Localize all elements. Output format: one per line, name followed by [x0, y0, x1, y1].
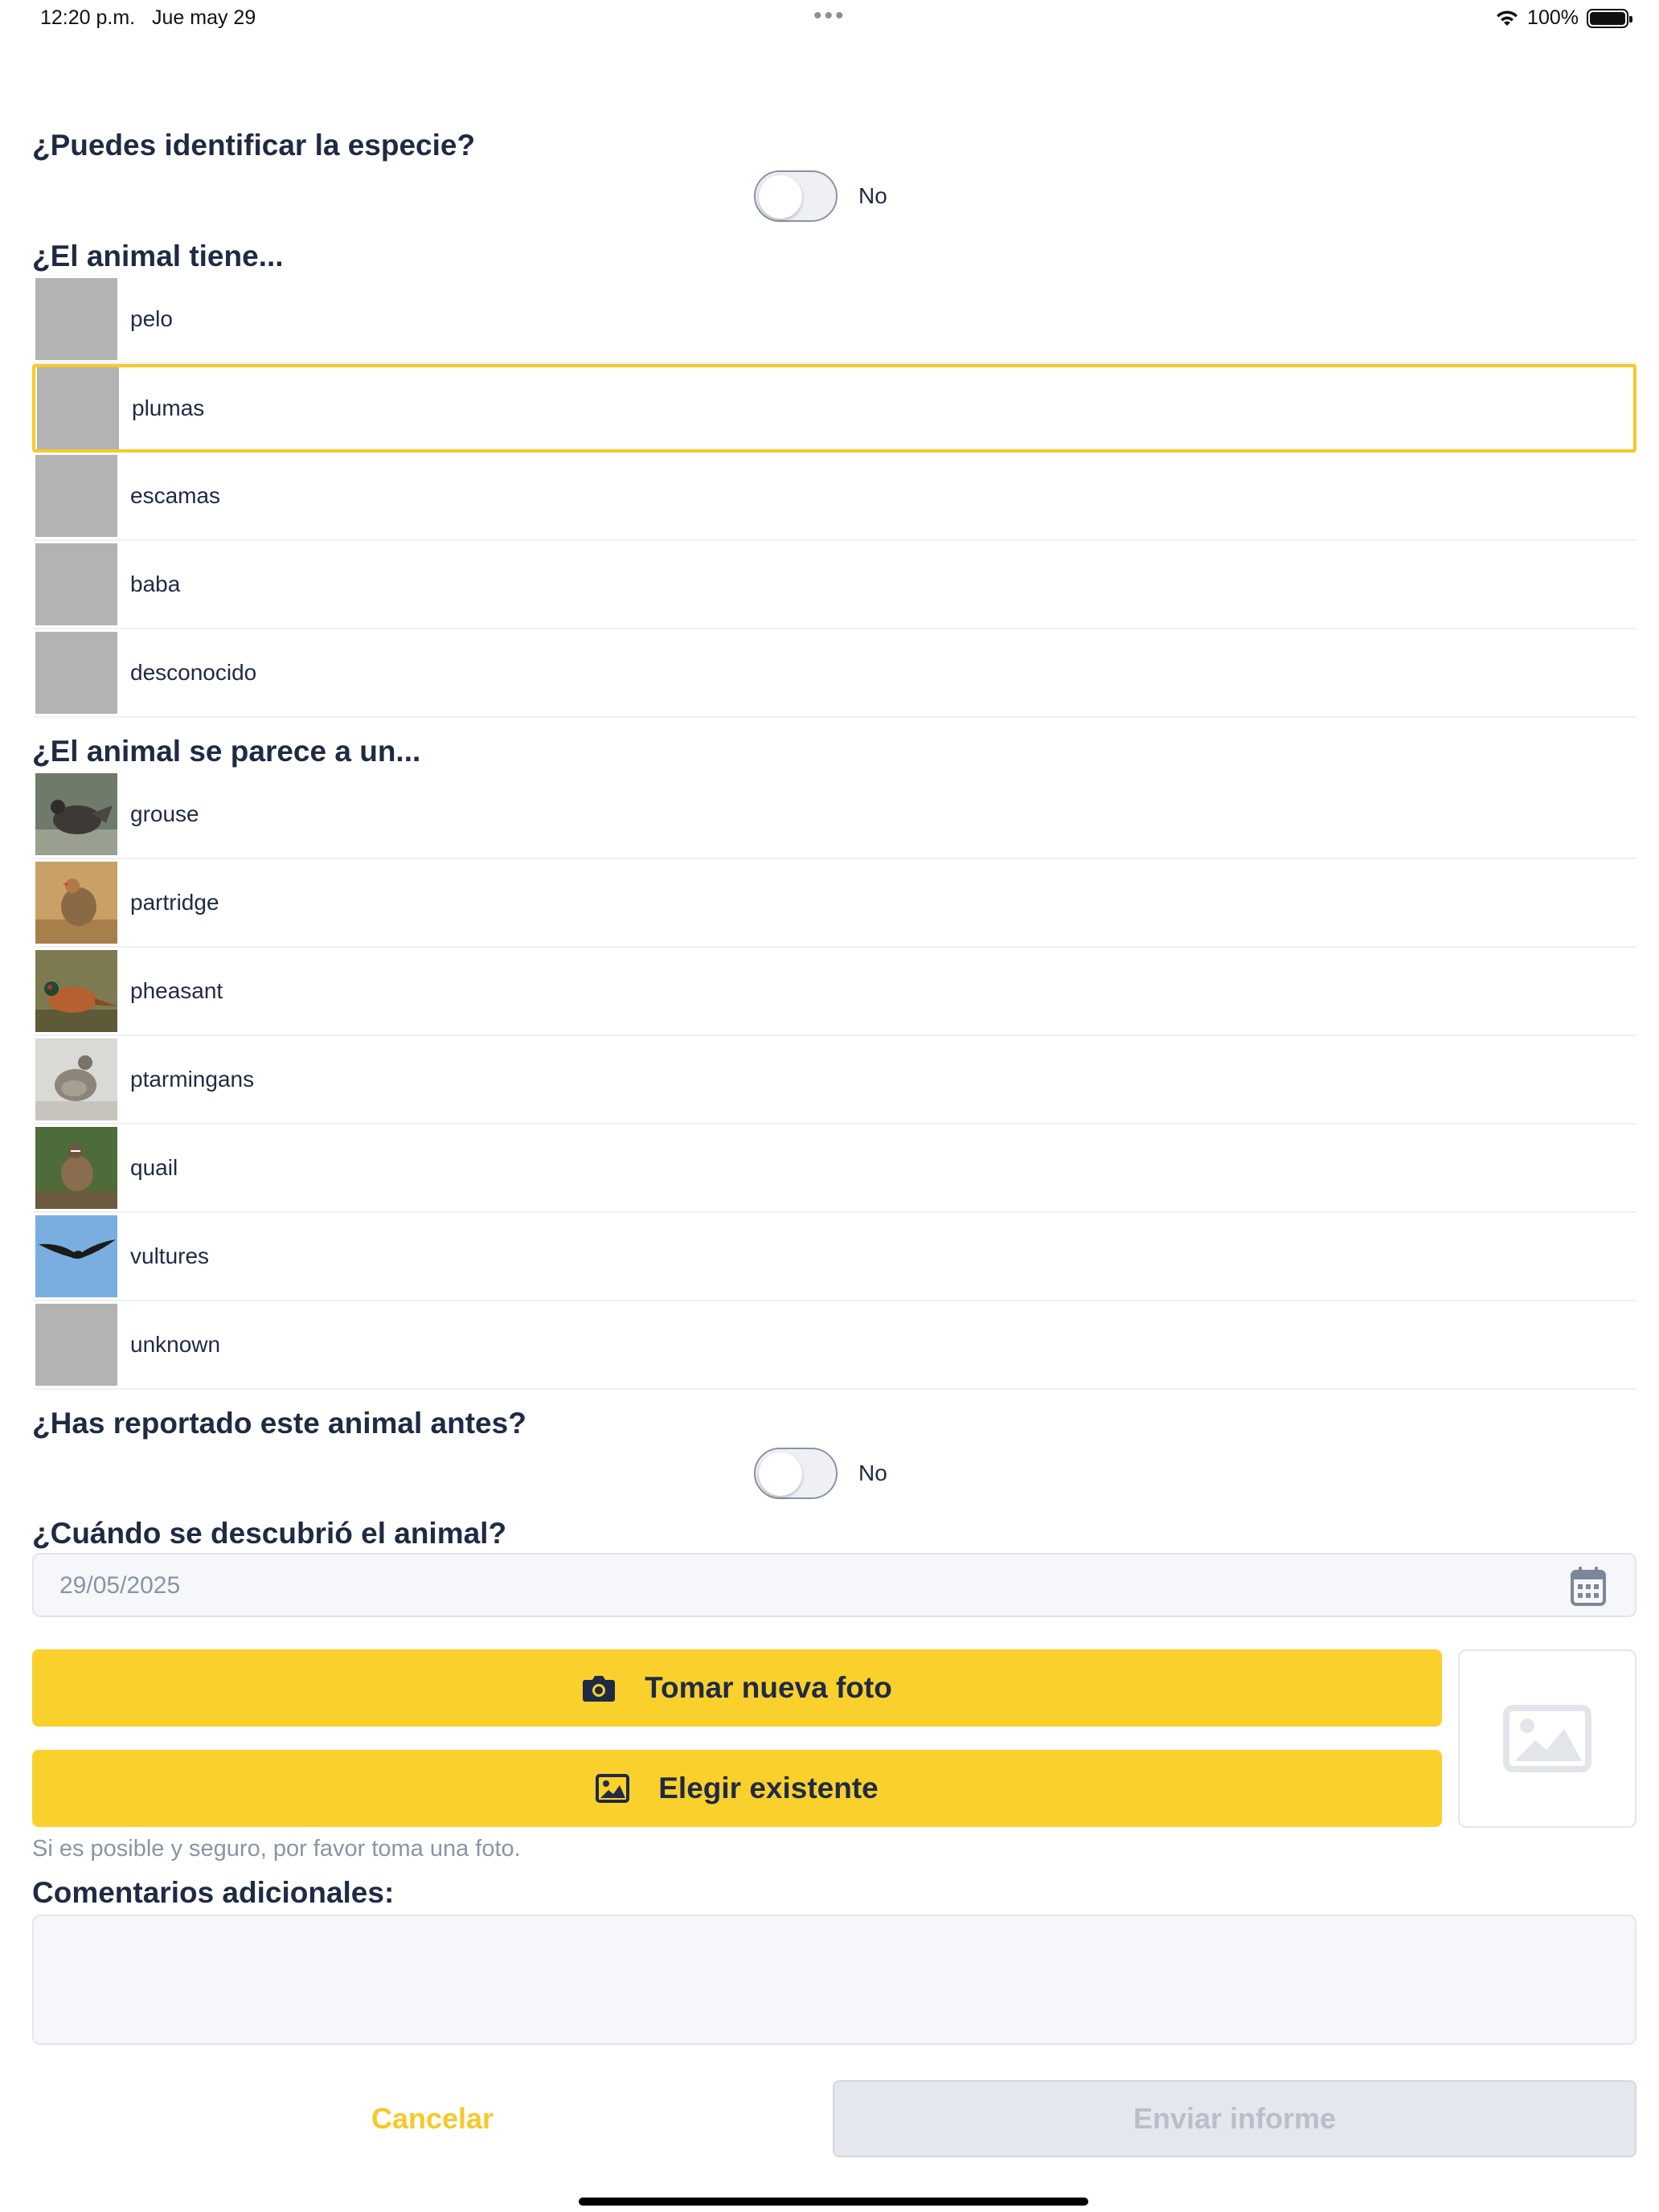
option-label: desconocido [130, 660, 257, 685]
option-label: grouse [130, 801, 199, 826]
partridge-photo [35, 862, 117, 944]
date-field[interactable]: 29/05/2025 [32, 1553, 1636, 1617]
resembles-option-grouse[interactable]: grouse [34, 771, 1636, 859]
status-time: 12:20 p.m. Jue may 29 [40, 6, 256, 30]
status-right: 100% [1495, 6, 1632, 30]
covering-option-escamas[interactable]: escamas [34, 453, 1636, 541]
resembles-option-pheasant[interactable]: pheasant [34, 948, 1636, 1036]
toggle-knob [759, 175, 802, 219]
comments-textarea[interactable] [32, 1915, 1636, 2045]
wifi-icon [1497, 10, 1518, 26]
image-placeholder-icon [1503, 1705, 1591, 1772]
resembles-option-quail[interactable]: quail [34, 1124, 1636, 1213]
image-icon [596, 1774, 630, 1803]
covering-option-pelo[interactable]: pelo [34, 276, 1636, 364]
identify-species-toggle[interactable] [754, 170, 838, 222]
option-label: ptarmingans [130, 1067, 255, 1092]
grouse-photo [35, 773, 117, 855]
option-label: vultures [130, 1243, 210, 1268]
quail-photo [35, 1127, 117, 1209]
reported-before-toggle-row: No [754, 1448, 887, 1499]
option-label: plumas [132, 395, 205, 420]
identify-species-toggle-label: No [858, 183, 887, 208]
option-placeholder-image [35, 455, 117, 537]
option-label: pheasant [130, 978, 223, 1003]
choose-existing-button[interactable]: Elegir existente [32, 1750, 1442, 1827]
covering-list: pelo plumas escamas baba desconocido [32, 276, 1636, 718]
covering-question: ¿El animal tiene... [32, 240, 284, 272]
photo-preview [1458, 1649, 1636, 1828]
option-label: partridge [130, 890, 219, 915]
resembles-option-vultures[interactable]: vultures [34, 1213, 1636, 1301]
date: Jue may 29 [151, 6, 256, 29]
ptarmigan-photo [35, 1038, 117, 1120]
choose-existing-label: Elegir existente [658, 1772, 879, 1804]
option-placeholder-image [35, 1304, 117, 1386]
reported-before-question: ¿Has reportado este animal antes? [32, 1407, 526, 1440]
more-dots-icon[interactable]: ••• [813, 4, 846, 28]
vulture-photo [35, 1215, 117, 1297]
reported-before-toggle-label: No [858, 1460, 887, 1485]
option-label: quail [130, 1155, 178, 1180]
covering-option-desconocido[interactable]: desconocido [34, 629, 1636, 718]
toggle-knob [759, 1452, 802, 1496]
covering-option-baba[interactable]: baba [34, 541, 1636, 629]
option-placeholder-image [35, 632, 117, 714]
discovered-question: ¿Cuándo se descubrió el animal? [32, 1517, 507, 1550]
clock: 12:20 p.m. [40, 6, 136, 29]
covering-option-plumas[interactable]: plumas [32, 364, 1636, 453]
photo-hint: Si es posible y seguro, por favor toma u… [32, 1836, 521, 1862]
comments-label: Comentarios adicionales: [32, 1876, 395, 1909]
identify-species-question: ¿Puedes identificar la especie? [32, 129, 476, 162]
resembles-option-partridge[interactable]: partridge [34, 859, 1636, 948]
option-label: escamas [130, 483, 221, 508]
pheasant-photo [35, 950, 117, 1032]
home-indicator[interactable] [579, 2198, 1088, 2206]
resembles-list: grouse partridge pheasant ptarmingans qu… [34, 771, 1636, 1390]
camera-icon [583, 1676, 616, 1702]
option-placeholder-image [35, 278, 117, 360]
reported-before-toggle[interactable] [754, 1448, 838, 1499]
resembles-question: ¿El animal se parece a un... [32, 735, 421, 768]
status-bar: 12:20 p.m. Jue may 29 ••• 100% [0, 0, 1659, 39]
date-value: 29/05/2025 [59, 1572, 181, 1599]
option-label: baba [130, 571, 181, 596]
calendar-icon[interactable] [1571, 1566, 1606, 1606]
battery-icon [1587, 8, 1632, 28]
identify-species-toggle-row: No [754, 170, 887, 222]
take-photo-button[interactable]: Tomar nueva foto [32, 1649, 1442, 1727]
battery-percent: 100% [1527, 6, 1579, 29]
cancel-button[interactable]: Cancelar [32, 2080, 833, 2157]
resembles-option-ptarmingans[interactable]: ptarmingans [34, 1036, 1636, 1124]
resembles-option-unknown[interactable]: unknown [34, 1301, 1636, 1390]
option-label: pelo [130, 306, 173, 331]
option-label: unknown [130, 1332, 221, 1357]
option-placeholder-image [35, 543, 117, 625]
submit-report-button[interactable]: Enviar informe [833, 2080, 1636, 2157]
option-placeholder-image [37, 367, 119, 449]
take-photo-label: Tomar nueva foto [645, 1671, 892, 1704]
